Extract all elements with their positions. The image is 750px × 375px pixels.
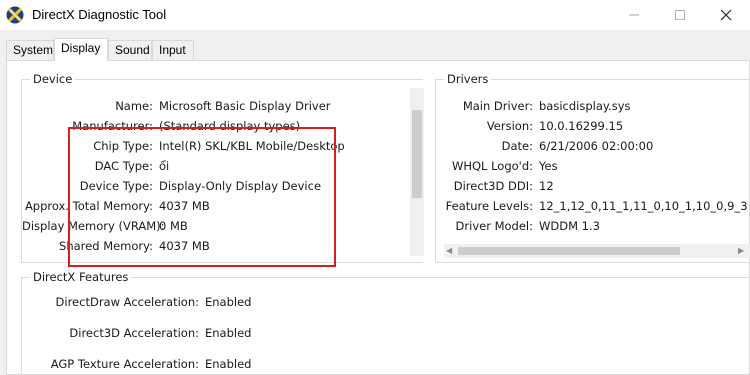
device-value: 0 MB [159, 219, 188, 233]
device-value: 4037 MB [159, 199, 210, 213]
feature-value: Enabled [205, 326, 252, 340]
minimize-icon [629, 14, 639, 16]
device-group: Device Name: Microsoft Basic Display Dri… [21, 72, 424, 263]
maximize-button[interactable] [657, 0, 703, 30]
device-value: (Standard display types) [159, 119, 301, 133]
device-label: Shared Memory: [59, 239, 153, 253]
driver-label: Driver Model: [455, 219, 533, 233]
tab-display[interactable]: Display [54, 38, 108, 61]
driver-value: 12_1,12_0,11_1,11_0,10_1,10_0,9_3 [539, 199, 748, 213]
scroll-right-icon[interactable]: ▶ [738, 246, 748, 256]
driver-label: Version: [486, 119, 533, 133]
feature-label: AGP Texture Acceleration: [50, 357, 199, 371]
device-value: 4037 MB [159, 239, 210, 253]
driver-value: 10.0.16299.15 [539, 119, 624, 133]
close-icon [720, 9, 732, 21]
driver-value: basicdisplay.sys [539, 99, 631, 113]
device-value: ổi [159, 159, 170, 173]
driver-value: 12 [539, 179, 554, 193]
feature-label: DirectDraw Acceleration: [55, 295, 199, 309]
device-label: Approx. Total Memory: [24, 199, 153, 213]
window-title: DirectX Diagnostic Tool [32, 7, 167, 22]
driver-label: Main Driver: [462, 99, 533, 113]
device-label: Chip Type: [93, 139, 153, 153]
minimize-button[interactable] [611, 0, 657, 30]
scrollbar-thumb[interactable] [458, 247, 680, 255]
dialog-client-area: System Display Sound Input Device Name: … [0, 30, 750, 375]
device-label: Manufacturer: [72, 119, 153, 133]
features-group-title: DirectX Features [30, 270, 132, 284]
scrollbar-thumb[interactable] [412, 110, 422, 198]
tab-system[interactable]: System [6, 40, 54, 60]
tab-input[interactable]: Input [152, 40, 194, 60]
feature-value: Enabled [205, 295, 252, 309]
feature-value: Enabled [205, 357, 252, 371]
device-value: Intel(R) SKL/KBL Mobile/Desktop [159, 139, 345, 153]
tab-sound[interactable]: Sound [108, 40, 152, 60]
driver-label: Feature Levels: [445, 199, 533, 213]
feature-label: Direct3D Acceleration: [69, 326, 199, 340]
driver-value: WDDM 1.3 [539, 219, 600, 233]
device-label: Device Type: [79, 179, 153, 193]
driver-label: Date: [501, 139, 533, 153]
maximize-icon [675, 10, 685, 20]
device-label: DAC Type: [94, 159, 153, 173]
device-group-title: Device [30, 72, 76, 86]
device-value: Display-Only Display Device [159, 179, 322, 193]
device-vertical-scrollbar[interactable] [410, 88, 424, 256]
directx-x-icon [6, 6, 24, 24]
title-bar: DirectX Diagnostic Tool [0, 0, 750, 30]
device-label: Display Memory (VRAM): [22, 219, 165, 233]
directx-features-group: DirectX Features DirectDraw Acceleration… [21, 270, 750, 375]
driver-label: Direct3D DDI: [453, 179, 533, 193]
driver-label: WHQL Logo'd: [451, 159, 533, 173]
device-value: Microsoft Basic Display Driver [159, 99, 331, 113]
driver-value: Yes [539, 159, 558, 173]
close-button[interactable] [703, 0, 749, 30]
driver-value: 6/21/2006 02:00:00 [539, 139, 654, 153]
display-tab-panel: Device Name: Microsoft Basic Display Dri… [6, 60, 750, 375]
scroll-left-icon[interactable]: ◀ [446, 246, 456, 256]
drivers-horizontal-scrollbar[interactable]: ◀ ▶ [444, 244, 750, 258]
drivers-group: Drivers Main Driver: basicdisplay.sys Ve… [435, 72, 750, 263]
drivers-group-title: Drivers [444, 72, 492, 86]
device-label: Name: [115, 99, 153, 113]
